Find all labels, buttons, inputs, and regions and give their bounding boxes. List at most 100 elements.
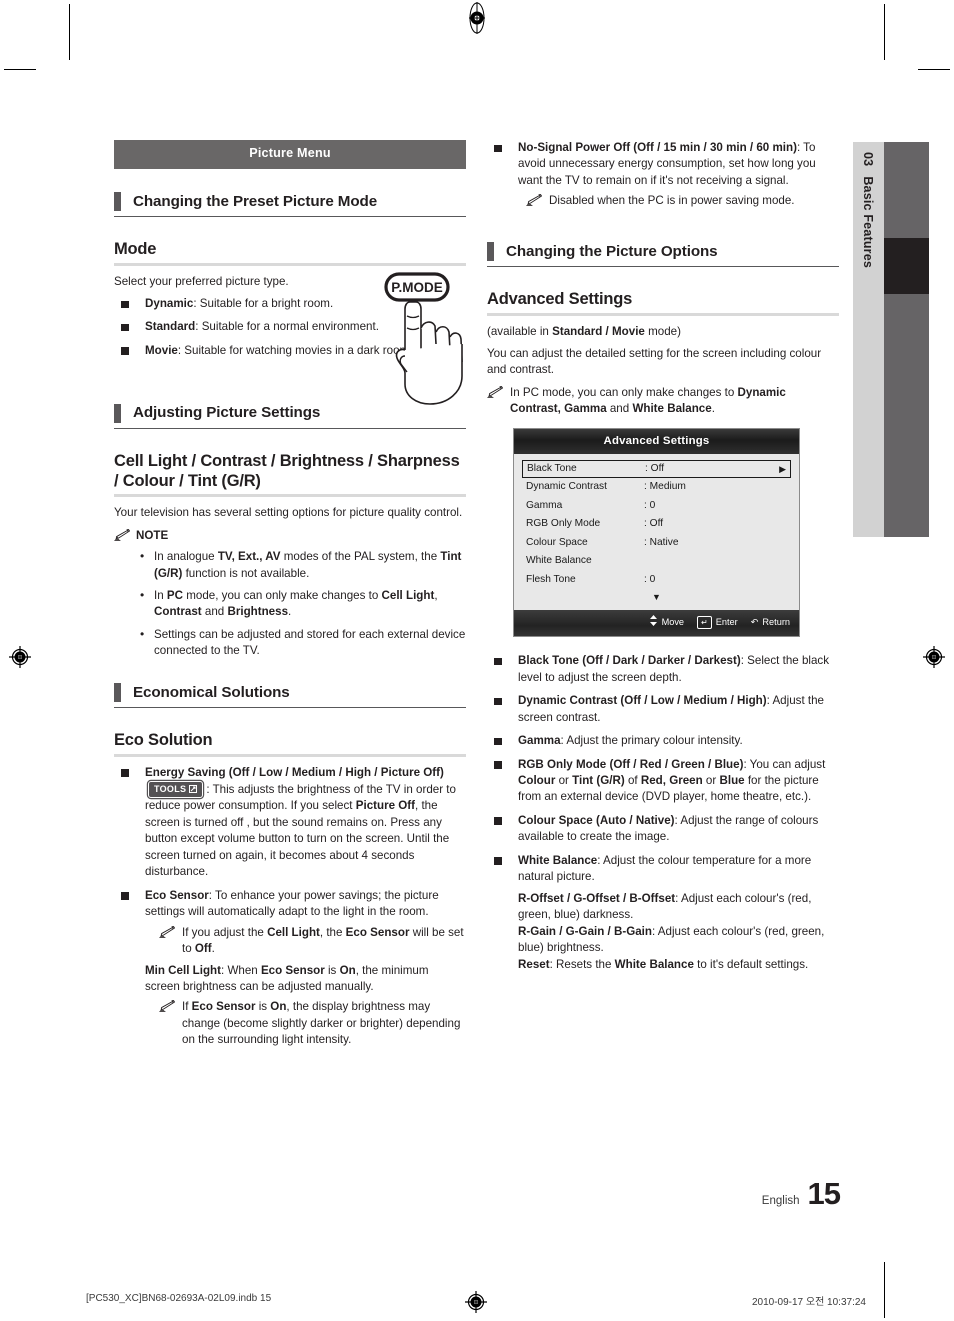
list-item: Eco Sensor: To enhance your power saving… bbox=[114, 888, 466, 1049]
crop-mark-bottom-right-v bbox=[884, 1262, 886, 1318]
no-signal-note-text: Disabled when the PC is in power saving … bbox=[549, 194, 795, 208]
list-item: White Balance: Adjust the colour tempera… bbox=[487, 853, 839, 973]
crop-mark-top-left-h bbox=[4, 69, 36, 71]
eco-solution-list: Energy Saving (Off / Low / Medium / High… bbox=[114, 765, 466, 1049]
osd-body: Black Tone : Off ▶ Dynamic Contrast : Me… bbox=[514, 454, 799, 610]
section-heading-label: Changing the Picture Options bbox=[506, 242, 718, 260]
list-item: RGB Only Mode (Off / Red / Green / Blue)… bbox=[487, 757, 839, 806]
pencil-icon bbox=[159, 925, 176, 943]
advanced-intro: You can adjust the detailed setting for … bbox=[487, 346, 822, 377]
wb-detail-term: Reset bbox=[518, 957, 550, 971]
topic-title-mode: Mode bbox=[114, 240, 157, 259]
topic-rule bbox=[114, 262, 466, 266]
wb-detail-text: : Resets the White Balance to it's defau… bbox=[549, 957, 809, 971]
note-heading: NOTE bbox=[114, 528, 466, 546]
eco-sensor-term: Eco Sensor bbox=[145, 888, 209, 902]
osd-row-black-tone[interactable]: Black Tone : Off ▶ bbox=[522, 459, 791, 479]
min-cell-light-note: If Eco Sensor is On, the display brightn… bbox=[145, 999, 466, 1048]
energy-saving-term: Energy Saving (Off / Low / Medium / High… bbox=[145, 765, 444, 779]
print-slug-right: 2010-09-17 오전 10:37:24 bbox=[751, 1297, 866, 1308]
section-mark-icon bbox=[114, 192, 121, 212]
osd-advanced-settings-panel: Advanced Settings Black Tone : Off ▶ Dyn… bbox=[513, 427, 800, 638]
osd-hint-enter: ↵ Enter bbox=[697, 616, 738, 630]
manual-page: 03 Basic Features Picture Menu Changing … bbox=[0, 0, 954, 1321]
section-mark-icon bbox=[114, 683, 121, 703]
osd-row-flesh-tone[interactable]: Flesh Tone : 0 bbox=[522, 571, 791, 590]
white-balance-detail: R-Gain / G-Gain / B-Gain: Adjust each co… bbox=[518, 924, 839, 957]
topic-title-eco-solution: Eco Solution bbox=[114, 731, 213, 750]
enter-key-icon: ↵ bbox=[697, 616, 712, 630]
list-item: Black Tone (Off / Dark / Darker / Darkes… bbox=[487, 653, 839, 686]
osd-row-value: : Off bbox=[644, 518, 664, 530]
osd-row-label: RGB Only Mode bbox=[526, 518, 601, 530]
osd-row-gamma[interactable]: Gamma : 0 bbox=[522, 497, 791, 516]
chapter-bar-active-segment bbox=[884, 238, 929, 294]
osd-hint-return: ↶ Return bbox=[751, 616, 790, 629]
osd-row-value: : 0 bbox=[644, 573, 656, 585]
section-heading-changing-preset-picture-mode: Changing the Preset Picture Mode bbox=[114, 191, 466, 218]
section-heading-economical-solutions: Economical Solutions bbox=[114, 682, 466, 709]
osd-row-value: : 0 bbox=[644, 499, 656, 511]
osd-row-dynamic-contrast[interactable]: Dynamic Contrast : Medium bbox=[522, 478, 791, 497]
section-mark-icon bbox=[114, 403, 121, 423]
osd-row-colour-space[interactable]: Colour Space : Native bbox=[522, 534, 791, 553]
osd-row-value: : Off bbox=[645, 462, 665, 474]
updown-arrow-icon bbox=[649, 615, 658, 630]
osd-row-label: Dynamic Contrast bbox=[526, 481, 607, 493]
picture-menu-banner: Picture Menu bbox=[114, 140, 466, 169]
option-term: Gamma bbox=[518, 734, 561, 748]
cell-light-intro: Your television has several setting opti… bbox=[114, 506, 463, 520]
osd-hint-label: Move bbox=[661, 617, 685, 628]
registration-mark-left bbox=[8, 645, 31, 668]
list-item: Colour Space (Auto / Native): Adjust the… bbox=[487, 813, 839, 846]
list-item: No-Signal Power Off (Off / 15 min / 30 m… bbox=[487, 140, 839, 212]
list-item: Dynamic Contrast (Off / Low / Medium / H… bbox=[487, 693, 839, 726]
list-item: Energy Saving (Off / Low / Medium / High… bbox=[114, 765, 466, 881]
osd-row-value: : Medium bbox=[644, 481, 686, 493]
option-term: Colour Space (Auto / Native) bbox=[518, 813, 675, 827]
cell-light-notes: In analogue TV, Ext., AV modes of the PA… bbox=[114, 548, 466, 660]
list-item: In analogue TV, Ext., AV modes of the PA… bbox=[140, 548, 466, 582]
topic-rule bbox=[487, 312, 839, 316]
topic-rule bbox=[114, 753, 466, 757]
section-mark-icon bbox=[487, 242, 494, 262]
pencil-icon bbox=[159, 1000, 176, 1017]
mode-item-term: Dynamic bbox=[145, 297, 194, 311]
picture-options-list: Black Tone (Off / Dark / Darker / Darkes… bbox=[487, 653, 839, 973]
topic-title-cell-light: Cell Light / Contrast / Brightness / Sha… bbox=[114, 451, 460, 491]
osd-row-rgb-only-mode[interactable]: RGB Only Mode : Off bbox=[522, 515, 791, 534]
crop-mark-top-right-v bbox=[884, 4, 886, 60]
section-heading-label: Changing the Preset Picture Mode bbox=[133, 192, 378, 210]
section-heading-label: Adjusting Picture Settings bbox=[133, 404, 321, 422]
no-signal-note: Disabled when the PC is in power saving … bbox=[518, 193, 839, 211]
osd-row-white-balance[interactable]: White Balance bbox=[522, 552, 791, 571]
min-cell-light-note-text: If Eco Sensor is On, the display brightn… bbox=[182, 1000, 461, 1047]
mode-item-term: Standard bbox=[145, 320, 196, 334]
osd-hint-move: Move bbox=[649, 615, 684, 630]
pencil-icon bbox=[114, 528, 131, 546]
topic-title-advanced-settings: Advanced Settings bbox=[487, 290, 633, 309]
option-term: Black Tone (Off / Dark / Darker / Darkes… bbox=[518, 654, 741, 668]
chapter-title: Basic Features bbox=[861, 176, 876, 269]
pencil-icon bbox=[526, 194, 543, 211]
scroll-down-icon[interactable]: ▼ bbox=[522, 589, 791, 608]
list-item: In PC mode, you can only make changes to… bbox=[140, 587, 466, 621]
wb-detail-term: R-Offset / G-Offset / B-Offset bbox=[518, 891, 676, 905]
crop-mark-top-left-v bbox=[69, 4, 71, 60]
min-cell-light-term: Min Cell Light bbox=[145, 963, 221, 977]
osd-hint-label: Return bbox=[762, 617, 790, 628]
mode-item-text: : Suitable for a bright room. bbox=[193, 297, 334, 311]
print-slug-left: [PC530_XC]BN68-02693A-02L09.indb 15 bbox=[86, 1293, 272, 1304]
chapter-number: 03 bbox=[861, 152, 876, 167]
osd-row-label: White Balance bbox=[526, 555, 592, 567]
osd-row-value: : Native bbox=[644, 536, 679, 548]
option-text: : Adjust the primary colour intensity. bbox=[560, 734, 743, 748]
chapter-bar bbox=[884, 142, 929, 537]
min-cell-light-paragraph: Min Cell Light: When Eco Sensor is On, t… bbox=[145, 963, 466, 996]
wb-detail-term: R-Gain / G-Gain / B-Gain bbox=[518, 924, 652, 938]
folio-language: English bbox=[761, 1195, 800, 1207]
osd-title: Advanced Settings bbox=[514, 428, 799, 454]
osd-footer-hints: Move ↵ Enter ↶ Return bbox=[514, 610, 799, 637]
osd-row-label: Black Tone bbox=[527, 462, 577, 474]
mode-item-term: Movie bbox=[145, 343, 178, 357]
